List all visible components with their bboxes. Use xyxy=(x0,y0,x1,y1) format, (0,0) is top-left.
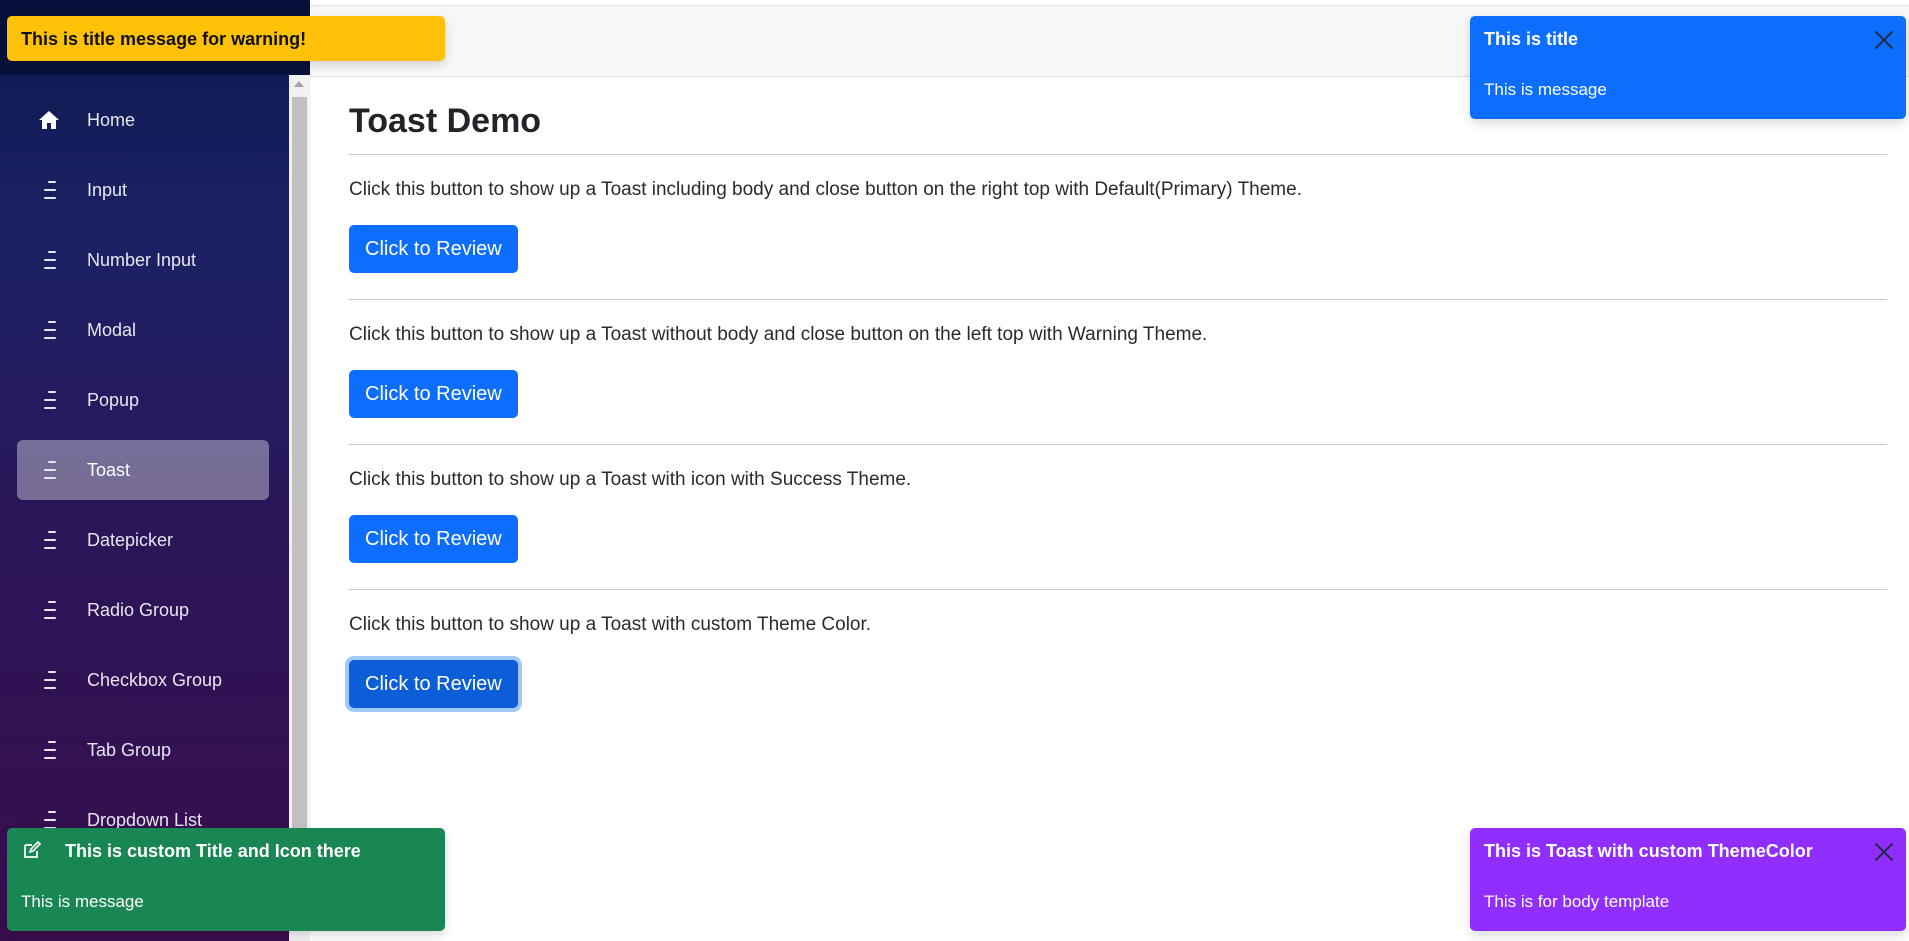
review-primary-button[interactable]: Click to Review xyxy=(349,225,518,273)
demo-section-custom: Click this button to show up a Toast wit… xyxy=(349,590,1887,734)
toast-title: This is title xyxy=(1484,29,1579,49)
scroll-up-arrow-icon[interactable] xyxy=(294,81,304,87)
demo-section-primary: Click this button to show up a Toast inc… xyxy=(349,155,1887,299)
sidebar-item-checkbox-group[interactable]: Checkbox Group xyxy=(17,650,269,710)
sidebar-item-label: Radio Group xyxy=(87,599,190,620)
sidebar-item-popup[interactable]: Popup xyxy=(17,370,269,430)
home-icon xyxy=(37,108,61,132)
sidebar-item-label: Checkbox Group xyxy=(87,669,223,690)
section-description: Click this button to show up a Toast wit… xyxy=(349,324,1208,345)
menu-icon xyxy=(37,528,61,552)
scrollbar-thumb[interactable] xyxy=(292,97,307,832)
toast-title: This is custom Title and Icon there xyxy=(65,841,361,861)
toast-message: This is message xyxy=(1484,80,1607,99)
menu-icon xyxy=(37,388,61,412)
section-description: Click this button to show up a Toast wit… xyxy=(349,469,912,490)
review-custom-button[interactable]: Click to Review xyxy=(349,660,518,708)
sidebar-item-modal[interactable]: Modal xyxy=(17,300,269,360)
toast-title: This is title message for warning! xyxy=(21,29,307,49)
primary-toast: This is title This is message xyxy=(1470,16,1906,119)
sidebar-item-label: Datepicker xyxy=(87,529,174,550)
menu-icon xyxy=(37,178,61,202)
sidebar-item-datepicker[interactable]: Datepicker xyxy=(17,510,269,570)
sidebar-item-label: Popup xyxy=(87,389,140,410)
menu-icon xyxy=(37,668,61,692)
sidebar-item-label: Home xyxy=(87,109,136,130)
toast-message: This is message xyxy=(21,892,144,911)
sidebar-item-input[interactable]: Input xyxy=(17,160,269,220)
success-toast: This is custom Title and Icon there This… xyxy=(7,828,445,931)
sidebar-item-home[interactable]: Home xyxy=(17,90,269,150)
review-success-button[interactable]: Click to Review xyxy=(349,515,518,563)
sidebar-item-label: Number Input xyxy=(87,249,197,270)
sidebar-item-toast[interactable]: Toast xyxy=(17,440,269,500)
demo-section-success: Click this button to show up a Toast wit… xyxy=(349,445,1887,589)
review-warning-button[interactable]: Click to Review xyxy=(349,370,518,418)
toast-title: This is Toast with custom ThemeColor xyxy=(1484,841,1813,861)
menu-icon xyxy=(37,318,61,342)
demo-section-warning: Click this button to show up a Toast wit… xyxy=(349,300,1887,444)
close-icon[interactable] xyxy=(1872,840,1896,864)
sidebar-item-label: Input xyxy=(87,179,128,200)
section-description: Click this button to show up a Toast inc… xyxy=(349,179,1302,200)
edit-icon xyxy=(23,840,45,863)
sidebar-item-label: Tab Group xyxy=(87,739,172,760)
sidebar-scrollbar[interactable] xyxy=(289,75,310,941)
sidebar-item-label: Modal xyxy=(87,319,137,340)
sidebar-item-label: Toast xyxy=(87,459,131,480)
sidebar-item-radio-group[interactable]: Radio Group xyxy=(17,580,269,640)
sidebar-item-tab-group[interactable]: Tab Group xyxy=(17,720,269,780)
section-description: Click this button to show up a Toast wit… xyxy=(349,614,872,635)
menu-icon xyxy=(37,458,61,482)
custom-theme-toast: This is Toast with custom ThemeColor Thi… xyxy=(1470,828,1906,931)
menu-icon xyxy=(37,248,61,272)
sidebar-item-number-input[interactable]: Number Input xyxy=(17,230,269,290)
menu-icon xyxy=(37,738,61,762)
warning-toast: This is title message for warning! xyxy=(7,16,445,61)
main-content: Toast Demo Click this button to show up … xyxy=(349,75,1887,734)
sidebar-nav: Home Input Number Input Modal Popup Toas… xyxy=(17,90,269,860)
close-icon[interactable] xyxy=(1872,28,1896,52)
menu-icon xyxy=(37,598,61,622)
toast-message: This is for body template xyxy=(1484,892,1670,911)
